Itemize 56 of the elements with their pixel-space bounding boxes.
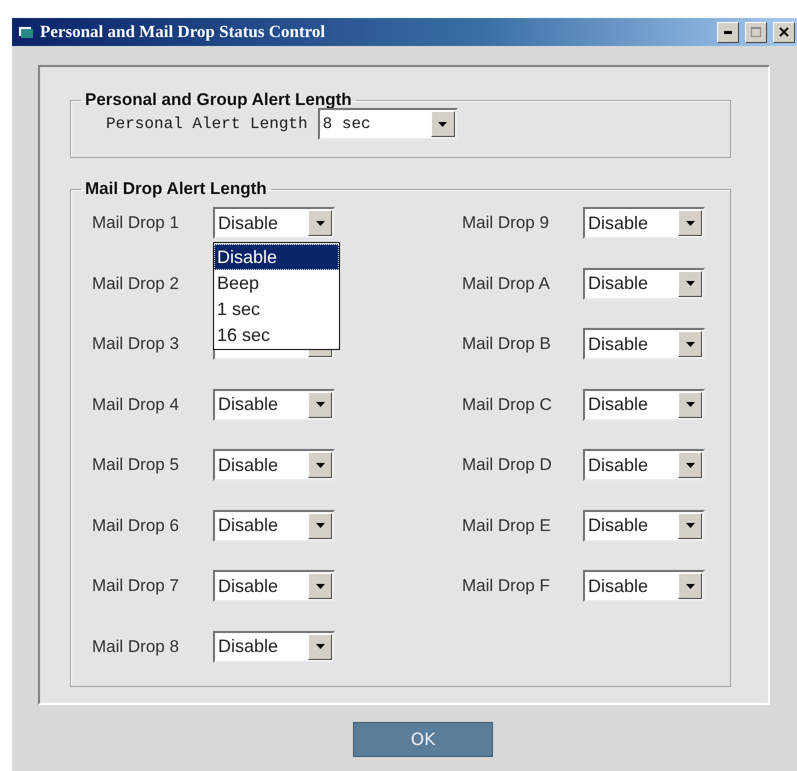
dropdown[interactable]: Disable [213, 570, 335, 602]
dropdown[interactable]: Disable [583, 510, 705, 542]
mail-drop-label: Mail Drop 3 [92, 334, 180, 354]
mail-drop-label: Mail Drop 9 [462, 213, 550, 233]
minimize-icon [724, 30, 732, 34]
dropdown[interactable]: Disable [213, 630, 335, 662]
minimize-button[interactable] [717, 22, 739, 42]
dropdown[interactable]: Disable [213, 388, 335, 420]
caret-icon [686, 281, 694, 286]
dropdown[interactable]: Disable [213, 207, 335, 239]
dropdown[interactable]: Disable [583, 328, 705, 360]
mail-drop-label: Mail Drop 1 [92, 213, 180, 233]
caret-icon [316, 402, 324, 407]
field-label: Personal Alert Length [106, 115, 308, 133]
caret-icon [686, 220, 694, 226]
mail-drop-label: Mail Drop 6 [92, 516, 180, 536]
caret-icon [316, 644, 324, 649]
dropdown-option[interactable]: Disable [214, 244, 339, 270]
dropdown[interactable]: Disable [213, 510, 335, 542]
mail-drop-label: Mail Drop C [462, 394, 553, 414]
caret-icon [316, 462, 324, 468]
mail-drop-label: Mail Drop A [462, 274, 551, 294]
mail-drop-label: Mail Drop 2 [92, 274, 180, 294]
mail-drop-label: Mail Drop 4 [92, 394, 180, 414]
mail-drop-label: Mail Drop F [462, 576, 551, 596]
dropdown[interactable]: 8 sec [318, 108, 458, 140]
dropdown[interactable]: Disable [583, 449, 705, 481]
mail-drop-label: Mail Drop B [462, 334, 552, 354]
group-title: Mail Drop Alert Length [84, 179, 268, 199]
caret-icon [438, 122, 448, 126]
caret-icon [316, 584, 324, 588]
dropdown[interactable]: Disable [213, 449, 335, 481]
mail-drop-label: Mail Drop 8 [92, 636, 180, 656]
maximize-button[interactable] [745, 22, 767, 42]
caret-icon [316, 523, 324, 528]
mail-drop-label: Mail Drop E [462, 516, 552, 536]
ok-button[interactable]: OK [353, 722, 493, 757]
mail-drop-label: Mail Drop 5 [92, 455, 180, 475]
dropdown[interactable]: Disable [583, 570, 705, 602]
mail-drop-label: Mail Drop 7 [92, 576, 180, 596]
dropdown[interactable]: Disable [583, 207, 705, 239]
caret-icon [686, 342, 694, 346]
dropdown[interactable]: Disable [583, 388, 705, 420]
caret-icon [316, 220, 324, 226]
caret-icon [686, 402, 694, 407]
caret-icon [686, 584, 694, 588]
caret-icon [686, 523, 694, 528]
group-title: Personal and Group Alert Length [84, 90, 353, 110]
mail-drop-label: Mail Drop D [462, 455, 553, 475]
caret-icon [686, 462, 694, 468]
window-icon [18, 25, 34, 39]
maximize-icon [751, 27, 761, 37]
window-title: Personal and Mail Drop Status Control [40, 22, 326, 42]
dropdown[interactable]: Disable [583, 268, 705, 300]
close-icon [779, 27, 789, 37]
close-button[interactable] [773, 22, 795, 42]
